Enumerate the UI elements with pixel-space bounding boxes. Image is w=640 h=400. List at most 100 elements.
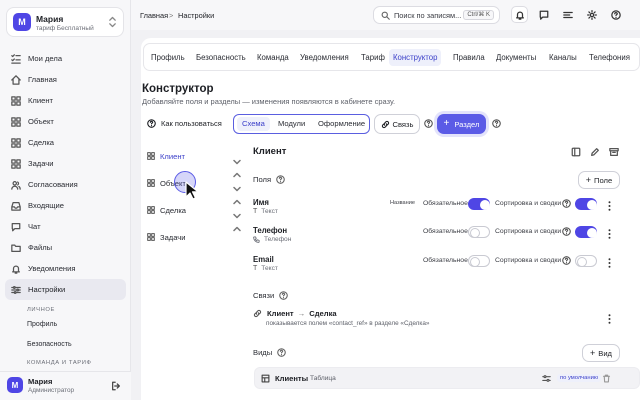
move-down-icon[interactable] xyxy=(233,213,241,219)
help-circle-icon[interactable] xyxy=(277,348,287,357)
tab-channels[interactable]: Каналы xyxy=(545,49,581,66)
add-link-label: Связь xyxy=(392,119,414,129)
more-vertical-icon[interactable] xyxy=(608,201,611,211)
tab-documents[interactable]: Документы xyxy=(492,49,540,66)
nav-item-files[interactable]: Файлы xyxy=(5,237,126,258)
user-name: Мария xyxy=(36,14,64,24)
help-circle-icon[interactable] xyxy=(562,227,571,236)
entity-client[interactable]: Клиент xyxy=(147,149,185,163)
edit-icon[interactable] xyxy=(590,147,600,157)
tab-security[interactable]: Безопасность xyxy=(192,49,250,66)
help-circle-icon[interactable] xyxy=(276,175,285,184)
more-vertical-icon[interactable] xyxy=(608,229,611,239)
add-link-button[interactable]: Связь xyxy=(374,114,420,134)
move-down-icon[interactable] xyxy=(233,159,241,165)
more-vertical-icon[interactable] xyxy=(608,258,611,268)
trash-icon[interactable] xyxy=(602,374,611,383)
seg-design[interactable]: Оформление xyxy=(313,117,370,131)
messages-button[interactable] xyxy=(535,6,552,23)
relation-row[interactable]: Клиент → Сделка xyxy=(253,309,337,318)
menu-button[interactable] xyxy=(559,6,576,23)
breadcrumb-separator: > xyxy=(169,11,174,20)
nav-item-client[interactable]: Клиент xyxy=(5,90,126,111)
views-title: Виды xyxy=(253,348,273,357)
avatar: М xyxy=(13,13,31,31)
nav-item-deal[interactable]: Сделка xyxy=(5,132,126,153)
help-circle-icon[interactable] xyxy=(424,119,433,128)
nav-item-approvals[interactable]: Согласования xyxy=(5,174,126,195)
required-label: Обязательное xyxy=(423,200,468,207)
tab-team[interactable]: Команда xyxy=(253,49,293,66)
archive-icon[interactable] xyxy=(609,147,619,157)
add-field-button[interactable]: + Поле xyxy=(578,171,620,189)
breadcrumb-home[interactable]: Главная xyxy=(140,11,168,20)
nav-item-my-tasks[interactable]: Мои дела xyxy=(5,48,126,69)
move-down-icon[interactable] xyxy=(233,186,241,192)
settings-sliders-icon[interactable] xyxy=(542,374,551,383)
nav-sub-profile[interactable]: Профиль xyxy=(27,321,57,328)
main-area: Профиль Безопасность Команда Уведомления… xyxy=(131,30,640,400)
field-name[interactable]: Email xyxy=(253,255,274,264)
seg-modules[interactable]: Модули xyxy=(273,117,310,131)
nav-item-label: Настройки xyxy=(28,285,66,294)
nav-item-object[interactable]: Объект xyxy=(5,111,126,132)
nav-item-label: Чат xyxy=(28,222,41,231)
notifications-button[interactable] xyxy=(511,6,528,23)
help-circle-icon[interactable] xyxy=(562,199,571,208)
relation-subtitle: показывается полем «contact_ref» в разде… xyxy=(266,320,430,327)
workspace-switcher[interactable]: М Мария тариф Бесплатный xyxy=(6,7,124,37)
layout-icon[interactable] xyxy=(571,147,581,157)
relation-to: Сделка xyxy=(309,309,337,318)
help-circle-icon[interactable] xyxy=(562,256,571,265)
theme-toggle-button[interactable] xyxy=(583,6,600,23)
move-up-icon[interactable] xyxy=(233,226,241,232)
sliders-icon xyxy=(11,285,21,294)
nav-item-chat[interactable]: Чат xyxy=(5,216,126,237)
search-shortcut: Ctrl/⌘ K xyxy=(463,10,494,20)
required-toggle[interactable] xyxy=(468,255,490,267)
required-toggle[interactable] xyxy=(468,226,490,238)
field-name[interactable]: Телефон xyxy=(253,226,287,235)
search-input[interactable]: Поиск по записям... xyxy=(394,11,461,20)
more-vertical-icon[interactable] xyxy=(608,314,611,324)
help-circle-icon[interactable] xyxy=(279,291,289,300)
nav-item-notifications[interactable]: Уведомления xyxy=(5,258,126,279)
search-box[interactable]: Поиск по записям... Ctrl/⌘ K xyxy=(373,6,500,24)
tab-rules[interactable]: Правила xyxy=(449,49,489,66)
plus-icon: + xyxy=(443,118,450,129)
plus-icon: + xyxy=(585,175,592,185)
move-up-icon[interactable] xyxy=(233,199,241,205)
entity-deal[interactable]: Сделка xyxy=(147,203,186,217)
entity-tasks[interactable]: Задачи xyxy=(147,230,186,244)
tab-notifications[interactable]: Уведомления xyxy=(296,49,353,66)
tab-telephony[interactable]: Телефония xyxy=(585,49,634,66)
grid-icon xyxy=(11,116,21,127)
help-circle-icon[interactable] xyxy=(492,119,501,128)
logout-icon[interactable] xyxy=(111,381,121,391)
sort-toggle[interactable] xyxy=(575,226,597,238)
nav-item-inbox[interactable]: Входящие xyxy=(5,195,126,216)
add-view-label: Вид xyxy=(598,348,612,358)
nav-sub-security[interactable]: Безопасность xyxy=(27,341,72,348)
nav-item-settings[interactable]: Настройки xyxy=(5,279,126,300)
field-name[interactable]: Имя xyxy=(253,198,269,207)
view-row[interactable]: Клиенты Таблица по умолчанию xyxy=(254,367,640,389)
add-section-button[interactable]: + Раздел xyxy=(437,114,486,134)
tab-profile[interactable]: Профиль xyxy=(147,49,189,66)
tab-constructor[interactable]: Конструктор xyxy=(389,49,442,66)
nav-item-tasks[interactable]: Задачи xyxy=(5,153,126,174)
nav-item-label: Файлы xyxy=(28,243,53,252)
sort-toggle[interactable] xyxy=(575,198,597,210)
howto-link[interactable]: Как пользоваться xyxy=(147,119,222,128)
entity-label: Сделка xyxy=(160,205,187,215)
help-button[interactable] xyxy=(607,6,624,23)
move-up-icon[interactable] xyxy=(233,172,241,178)
arrow-right-icon: → xyxy=(297,309,306,318)
required-toggle[interactable] xyxy=(468,198,490,210)
nav-item-home[interactable]: Главная xyxy=(5,69,126,90)
add-view-button[interactable]: + Вид xyxy=(582,344,620,362)
seg-schema[interactable]: Схема xyxy=(237,117,270,131)
sidebar-footer: М Мария Администратор xyxy=(0,371,131,400)
sort-toggle[interactable] xyxy=(575,255,597,267)
tab-tariff[interactable]: Тариф xyxy=(357,49,389,66)
